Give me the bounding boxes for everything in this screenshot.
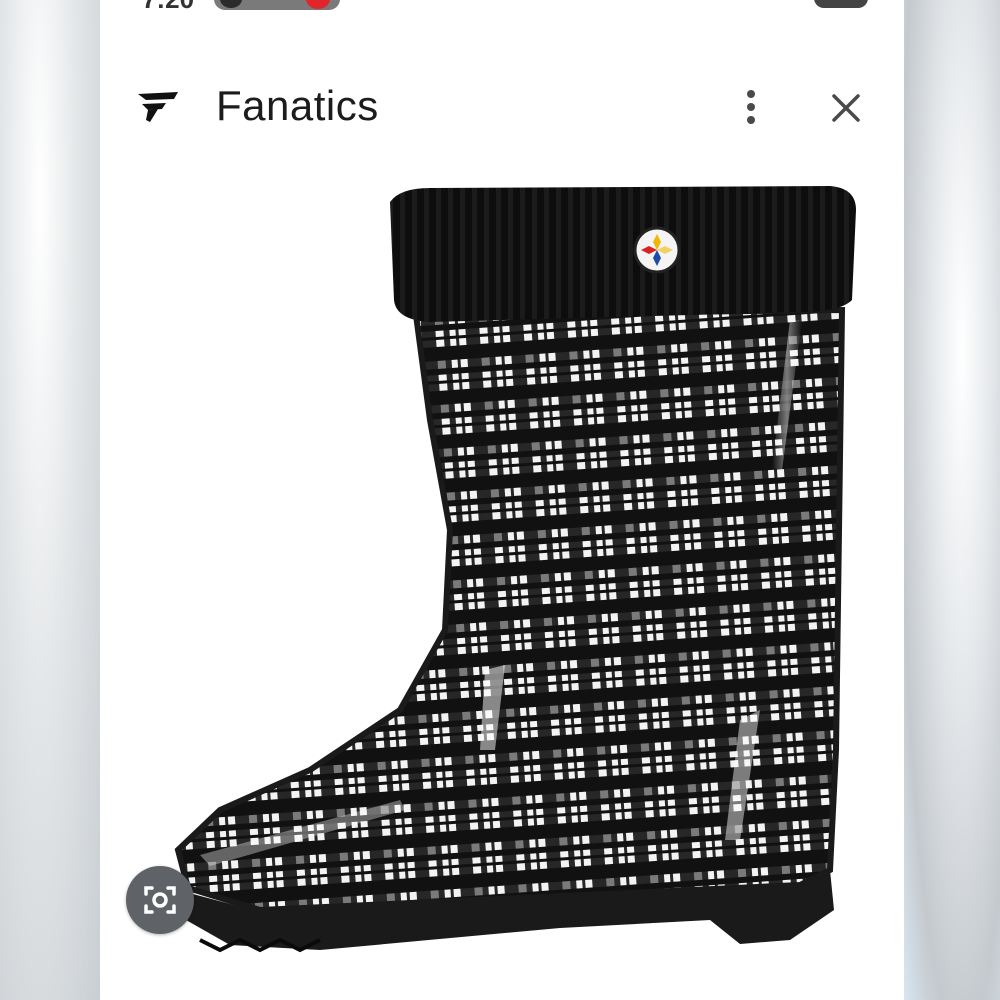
lens-camera-icon xyxy=(144,886,176,914)
background-right xyxy=(904,0,1000,1000)
steelers-logo xyxy=(633,226,681,274)
background-left xyxy=(0,0,100,1000)
more-vert-icon xyxy=(747,90,755,98)
battery-icon xyxy=(814,0,868,8)
product-image xyxy=(174,186,856,953)
status-bar: 7:20 xyxy=(100,0,904,16)
close-button[interactable] xyxy=(824,86,868,130)
boot-cuff xyxy=(390,186,856,322)
more-vert-dot xyxy=(747,116,755,124)
more-options-button[interactable] xyxy=(736,86,766,130)
status-time: 7:20 xyxy=(142,0,194,15)
phone-screen: 7:20 Fanatics xyxy=(100,0,904,1000)
more-vert-dot xyxy=(747,103,755,111)
app-header: Fanatics xyxy=(100,72,904,142)
fanatics-logo-icon xyxy=(138,92,178,122)
lens-search-button[interactable] xyxy=(126,866,194,934)
page-title: Fanatics xyxy=(216,82,379,129)
